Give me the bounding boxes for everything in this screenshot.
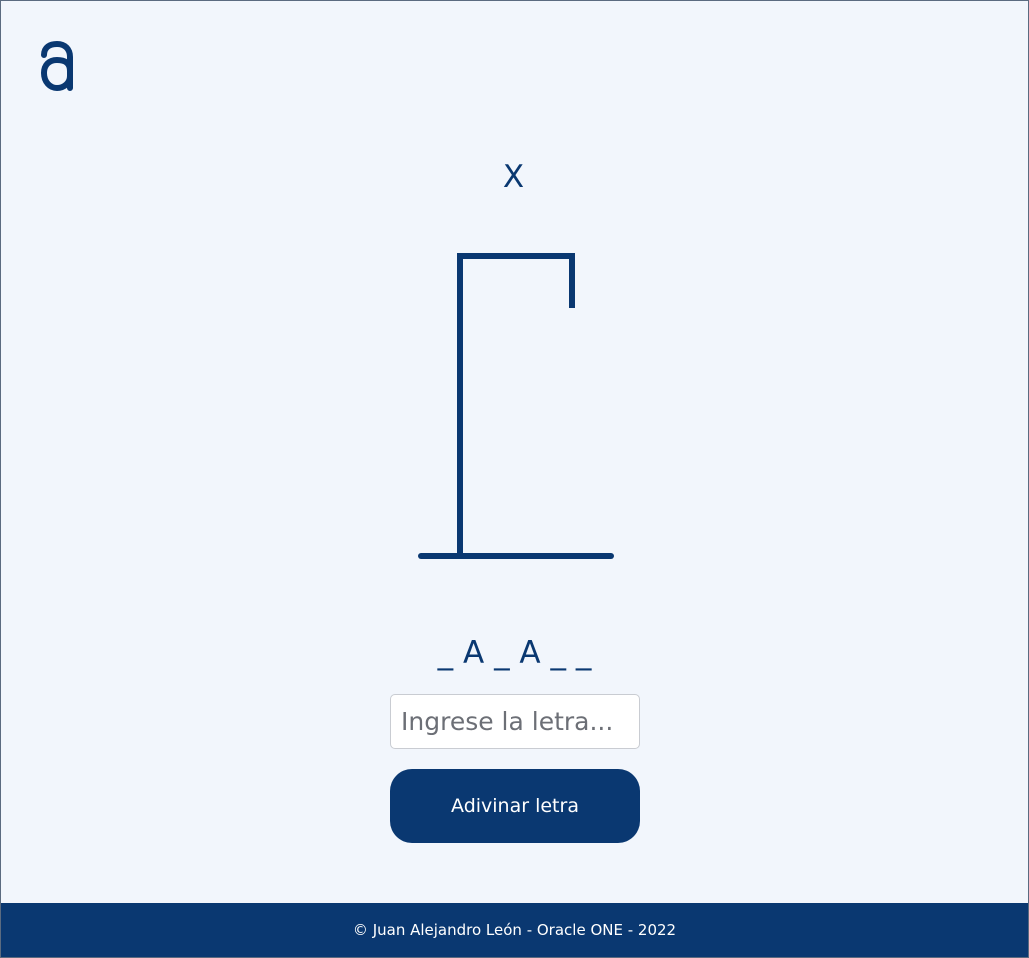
footer-text: © Juan Alejandro León - Oracle ONE - 202… xyxy=(352,921,677,939)
word-display: _ A _ A _ _ xyxy=(437,635,592,671)
guess-letter-button[interactable]: Adivinar letra xyxy=(390,769,640,843)
gallows-icon xyxy=(418,253,614,559)
wrong-letters: X xyxy=(502,159,527,195)
hangman-page: X _ A _ A _ _ Adivinar letra © Juan Alej… xyxy=(0,0,1029,958)
footer: © Juan Alejandro León - Oracle ONE - 202… xyxy=(1,903,1028,957)
letter-input[interactable] xyxy=(390,694,640,749)
alura-a-logo-icon xyxy=(40,41,73,91)
